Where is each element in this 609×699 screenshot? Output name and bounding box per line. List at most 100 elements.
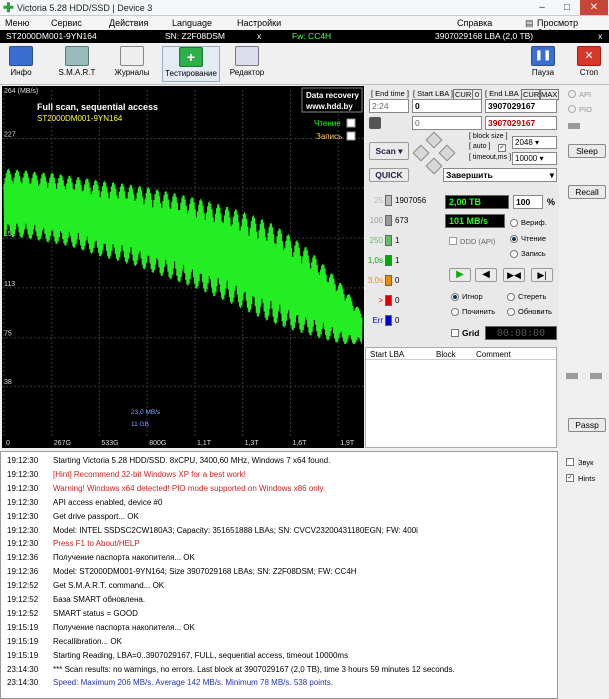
sleep-button[interactable]: Sleep (568, 144, 606, 158)
speed-trace (3, 168, 363, 345)
log-time: 19:12:52 (7, 581, 39, 591)
counter-swatch (385, 235, 392, 246)
counter-swatch (385, 255, 392, 266)
passp-button[interactable]: Passp (568, 418, 606, 432)
editor-button[interactable]: Редактор (226, 46, 268, 82)
smart-button[interactable]: S.M.A.R.T (57, 46, 97, 82)
counter-label: 25 (374, 196, 383, 205)
device-model[interactable]: ST2000DM001-9YN164 (6, 31, 97, 41)
skip-back-button[interactable]: ▶◀ (503, 268, 525, 282)
stop-button[interactable]: ✕ Стоп (573, 46, 605, 82)
reset-icon[interactable] (369, 117, 381, 129)
finish-action-select[interactable]: Завершить ▾ (443, 168, 557, 182)
graph-read-checkbox (346, 118, 356, 128)
log-text: Получение паспорта накопителя... OK (53, 553, 195, 563)
app-plus-icon: ✚ (3, 0, 14, 15)
end-time-input[interactable]: 2:24 (369, 99, 409, 113)
api-radio[interactable] (568, 90, 576, 98)
repair-radio[interactable] (451, 308, 459, 316)
start-lba-input[interactable]: 0 (412, 99, 482, 113)
grid-checkbox[interactable] (451, 329, 459, 337)
menu-item-language[interactable]: Language (172, 18, 212, 28)
arrow-left-icon[interactable] (412, 144, 430, 162)
verify-radio[interactable] (510, 219, 518, 227)
counter-label: > (378, 296, 383, 305)
pause-button[interactable]: ❚❚ Пауза (528, 46, 558, 82)
sound-checkbox[interactable] (566, 458, 574, 466)
ddd-label: DDD (API) (460, 237, 496, 246)
hints-checkbox[interactable]: ✓ (566, 474, 574, 482)
pause-icon: ❚❚ (531, 46, 555, 66)
arrow-right-icon[interactable] (438, 144, 456, 162)
close-button[interactable]: ✕ (580, 0, 608, 15)
write-radio[interactable] (510, 250, 518, 258)
direction-pad[interactable] (412, 131, 456, 175)
indicator-icon (568, 123, 580, 129)
menu-item-service[interactable]: Сервис (51, 18, 82, 28)
scan-button-label: Scan (375, 146, 396, 156)
indicator-right-icon (590, 373, 602, 379)
finish-action-value: Завершить (446, 170, 493, 180)
col-comment[interactable]: Comment (476, 350, 511, 359)
log-time: 23:14:30 (7, 678, 39, 688)
maximize-button[interactable]: □ (555, 0, 579, 15)
erase-radio[interactable] (507, 293, 515, 301)
info-button[interactable]: Инфо (4, 46, 38, 82)
play-forward-button[interactable]: ▶ (449, 268, 471, 282)
log-time: 19:12:52 (7, 595, 39, 604)
skip-end-button[interactable]: ▶| (531, 268, 553, 282)
graph-write-label: Запись (316, 132, 342, 141)
x-tick-label: 1,9T (340, 440, 355, 447)
logs-button[interactable]: Журналы (112, 46, 152, 82)
block-size-select[interactable]: 2048 ▾ (512, 136, 557, 149)
progress-size: 2,00 TB (445, 195, 509, 209)
progress-pct: 100 (513, 195, 543, 209)
arrow-down-icon[interactable] (425, 157, 443, 175)
defects-table[interactable]: Start LBA Block Comment (365, 347, 557, 448)
arrow-up-icon[interactable] (425, 131, 443, 149)
second-start-input[interactable]: 0 (412, 116, 482, 130)
update-radio[interactable] (507, 308, 515, 316)
editor-label: Редактор (229, 68, 265, 77)
end-lba-input[interactable]: 3907029167 (485, 99, 557, 113)
skip-back-icon: ▶◀ (507, 270, 521, 280)
log-text: Warning! Windows x64 detected! PIO mode … (53, 483, 326, 493)
y-max-label: 264 (MB/s) (4, 88, 38, 95)
timeout-value: 10000 (515, 154, 538, 163)
read-radio[interactable] (510, 235, 518, 243)
menu-item-actions[interactable]: Действия (109, 18, 148, 28)
col-block[interactable]: Block (436, 350, 456, 359)
menu-item-menu[interactable]: Меню (5, 18, 29, 28)
recall-button[interactable]: Recall (568, 185, 606, 199)
start-lba-label: [ Start LBA ] (413, 89, 454, 98)
second-end-input[interactable]: 3907029167 (485, 116, 557, 130)
play-backward-button[interactable]: ◀ (475, 268, 497, 282)
testing-button[interactable]: + Тестирование (162, 46, 220, 82)
repair-label: Починить (462, 307, 496, 316)
scan-button[interactable]: Scan ▾ (369, 142, 409, 160)
log-line: 19:12:36 Получение паспорта накопителя...… (1, 553, 559, 566)
x-tick-label: 1,6T (292, 440, 307, 447)
api-label: API (579, 90, 592, 99)
ignore-radio[interactable] (451, 293, 459, 301)
minimize-button[interactable]: – (530, 0, 554, 15)
ddd-checkbox[interactable] (449, 237, 457, 245)
menu-bar: Меню Сервис Действия Language Настройки … (0, 16, 609, 38)
col-start-lba[interactable]: Start LBA (370, 350, 404, 359)
counter-value: 0 (395, 276, 400, 285)
block-size-label: [ block size ] (469, 133, 508, 140)
device-x-right[interactable]: x (598, 31, 602, 41)
menu-item-settings[interactable]: Настройки (237, 18, 281, 28)
timeout-select[interactable]: 10000 ▾ (512, 152, 557, 165)
grid-label: Grid (462, 328, 480, 338)
pio-radio[interactable] (568, 105, 576, 113)
log-text: *** Scan results: no warnings, no errors… (53, 664, 455, 674)
menu-item-help[interactable]: Справка (457, 18, 492, 28)
device-close-x[interactable]: x (257, 31, 261, 41)
log-text: API access enabled, device #0 (53, 497, 163, 507)
defects-table-header: Start LBA Block Comment (366, 348, 556, 360)
quick-button[interactable]: QUICK (369, 168, 409, 182)
log-panel[interactable]: 19:12:30 Starting Victoria 5.28 HDD/SSD. … (0, 451, 558, 699)
counter-value: 1 (395, 236, 400, 245)
auto-checkbox[interactable]: ✓ (498, 144, 506, 152)
